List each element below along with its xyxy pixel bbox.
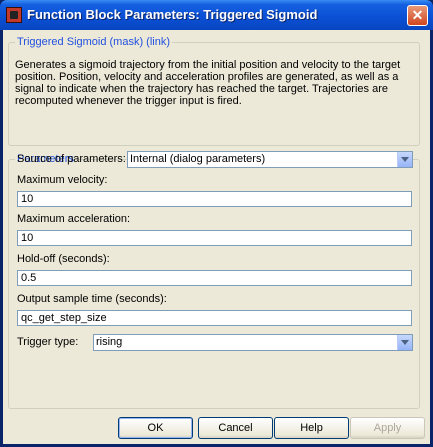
sample-time-field[interactable]: qc_get_step_size [17, 310, 412, 326]
block-description-group: Triggered Sigmoid (mask) (link) Generate… [8, 36, 420, 146]
block-description-title: Triggered Sigmoid (mask) (link) [15, 36, 173, 48]
cancel-button[interactable]: Cancel [198, 417, 273, 439]
close-button[interactable]: ✕ [407, 5, 428, 26]
title-bar[interactable]: Function Block Parameters: Triggered Sig… [0, 0, 433, 30]
ok-button[interactable]: OK [118, 417, 193, 439]
apply-button[interactable]: Apply [350, 417, 425, 439]
max-velocity-field[interactable]: 10 [17, 191, 412, 207]
help-button[interactable]: Help [274, 417, 349, 439]
holdoff-label: Hold-off (seconds): [17, 253, 110, 265]
max-acceleration-label: Maximum acceleration: [17, 213, 131, 225]
source-of-parameters-value: Internal (dialog parameters) [130, 153, 266, 165]
window-title: Function Block Parameters: Triggered Sig… [27, 7, 318, 22]
dialog-window: Function Block Parameters: Triggered Sig… [0, 0, 433, 447]
sample-time-label: Output sample time (seconds): [17, 293, 167, 305]
chevron-down-icon[interactable] [397, 335, 412, 350]
trigger-type-value: rising [96, 336, 123, 348]
source-of-parameters-label: Source of parameters: [17, 153, 126, 165]
holdoff-field[interactable]: 0.5 [17, 270, 412, 286]
source-of-parameters-select[interactable]: Internal (dialog parameters) [127, 151, 413, 168]
trigger-type-label: Trigger type: [17, 336, 79, 348]
chevron-down-icon[interactable] [397, 152, 412, 167]
dialog-body: Triggered Sigmoid (mask) (link) Generate… [3, 30, 430, 444]
max-velocity-label: Maximum velocity: [17, 174, 108, 186]
simulink-block-icon [6, 7, 22, 23]
max-acceleration-field[interactable]: 10 [17, 230, 412, 246]
trigger-type-select[interactable]: rising [93, 334, 413, 351]
block-description-text: Generates a sigmoid trajectory from the … [15, 59, 401, 107]
